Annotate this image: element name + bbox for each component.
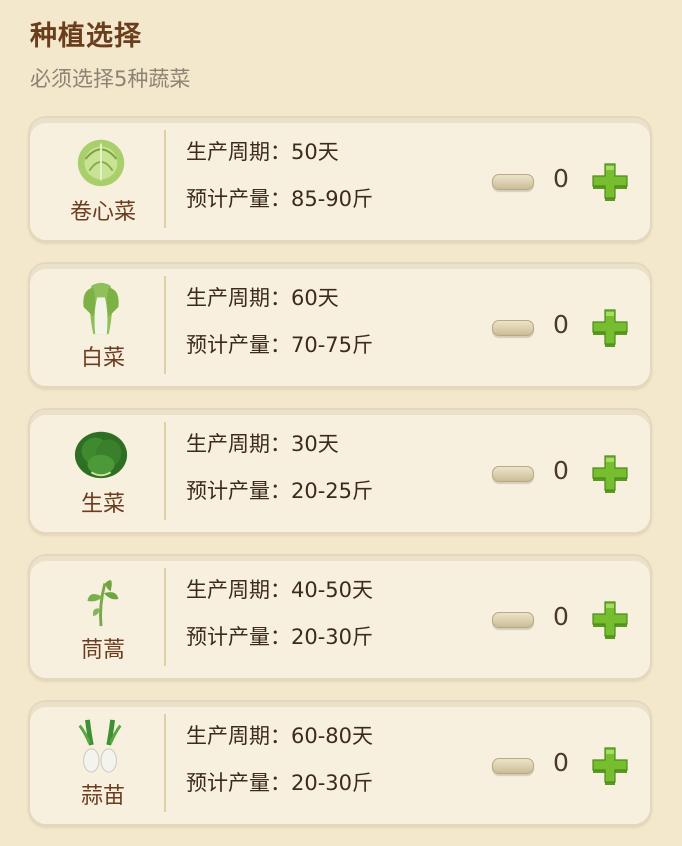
vegetable-cell: 蒜苗 [30,702,164,824]
increase-button[interactable] [590,308,630,348]
quantity-value: 0 [553,164,569,193]
yield-label: 预计产量： [186,625,291,649]
quantity-stepper: 0 [486,746,636,786]
cycle-row: 生产周期：40-50天 [186,576,373,604]
divider [164,568,166,666]
vegetable-info: 生产周期：50天 预计产量：85-90斤 [186,138,373,232]
vegetable-name: 茼蒿 [80,638,125,663]
increase-button[interactable] [590,454,630,494]
divider [164,714,166,812]
quantity-value: 0 [553,602,569,631]
yield-row: 预计产量：70-75斤 [186,331,373,359]
quantity-stepper: 0 [486,308,636,348]
yield-row: 预计产量：85-90斤 [186,185,373,213]
divider [164,130,166,228]
decrease-button[interactable] [492,466,534,482]
yield-value: 85-90斤 [291,187,374,211]
vegetable-card: 生菜 生产周期：30天 预计产量：20-25斤 0 [28,408,652,534]
vegetable-info: 生产周期：30天 预计产量：20-25斤 [186,430,373,524]
cycle-label: 生产周期： [186,578,291,602]
vegetable-list: 卷心菜 生产周期：50天 预计产量：85-90斤 0 白菜 生产周期：60天 预… [28,116,652,846]
vegetable-card: 茼蒿 生产周期：40-50天 预计产量：20-30斤 0 [28,554,652,680]
yield-row: 预计产量：20-30斤 [186,623,373,651]
cycle-label: 生产周期： [186,432,291,456]
yield-row: 预计产量：20-25斤 [186,477,373,505]
decrease-button[interactable] [492,174,534,190]
vegetable-info: 生产周期：60-80天 预计产量：20-30斤 [186,722,373,816]
yield-value: 20-25斤 [291,479,374,503]
increase-button[interactable] [590,162,630,202]
vegetable-card: 白菜 生产周期：60天 预计产量：70-75斤 0 [28,262,652,388]
quantity-value: 0 [553,748,569,777]
cycle-label: 生产周期： [186,724,291,748]
decrease-button[interactable] [492,320,534,336]
decrease-button[interactable] [492,612,534,628]
cycle-row: 生产周期：60-80天 [186,722,373,750]
quantity-stepper: 0 [486,600,636,640]
quantity-stepper: 0 [486,454,636,494]
vegetable-info: 生产周期：60天 预计产量：70-75斤 [186,284,373,378]
cycle-value: 40-50天 [291,578,374,602]
vegetable-card: 卷心菜 生产周期：50天 预计产量：85-90斤 0 [28,116,652,242]
page-title: 种植选择 [30,21,142,52]
increase-button[interactable] [590,746,630,786]
vegetable-name: 卷心菜 [69,200,136,225]
cabbage-icon [77,139,125,187]
yield-row: 预计产量：20-30斤 [186,769,373,797]
quantity-value: 0 [553,310,569,339]
vegetable-card: 蒜苗 生产周期：60-80天 预计产量：20-30斤 0 [28,700,652,826]
cycle-value: 30天 [291,432,339,456]
vegetable-cell: 白菜 [30,264,164,386]
cycle-row: 生产周期：60天 [186,284,373,312]
vegetable-name: 白菜 [80,346,125,371]
quantity-stepper: 0 [486,162,636,202]
cycle-label: 生产周期： [186,140,291,164]
vegetable-name: 生菜 [80,492,125,517]
yield-label: 预计产量： [186,333,291,357]
divider [164,276,166,374]
bok-choy-icon [83,282,119,335]
yield-label: 预计产量： [186,771,291,795]
yield-value: 20-30斤 [291,625,374,649]
cycle-row: 生产周期：30天 [186,430,373,458]
quantity-value: 0 [553,456,569,485]
yield-label: 预计产量： [186,187,291,211]
vegetable-cell: 卷心菜 [30,118,164,240]
increase-button[interactable] [590,600,630,640]
garlic-sprout-icon [78,719,122,773]
page-subtitle: 必须选择5种蔬菜 [30,67,191,91]
cycle-value: 50天 [291,140,339,164]
yield-label: 预计产量： [186,479,291,503]
divider [164,422,166,520]
vegetable-cell: 茼蒿 [30,556,164,678]
vegetable-name: 蒜苗 [80,784,125,809]
yield-value: 70-75斤 [291,333,374,357]
cycle-row: 生产周期：50天 [186,138,373,166]
decrease-button[interactable] [492,758,534,774]
chrysanthemum-greens-icon [87,580,119,627]
cycle-value: 60-80天 [291,724,374,748]
cycle-label: 生产周期： [186,286,291,310]
page-header: 种植选择 必须选择5种蔬菜 [30,18,190,94]
lettuce-icon [74,431,128,479]
vegetable-cell: 生菜 [30,410,164,532]
yield-value: 20-30斤 [291,771,374,795]
vegetable-info: 生产周期：40-50天 预计产量：20-30斤 [186,576,373,670]
cycle-value: 60天 [291,286,339,310]
